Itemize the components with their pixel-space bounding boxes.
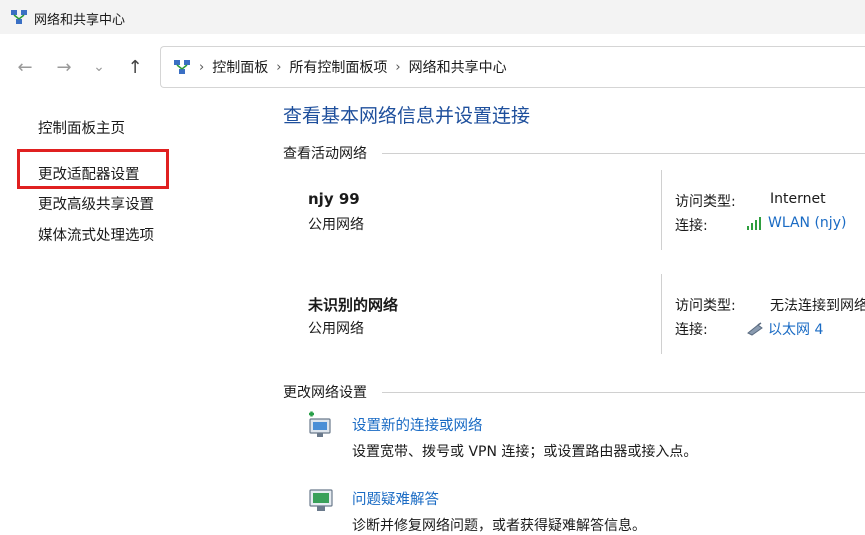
- chevron-right-icon: ›: [199, 59, 205, 75]
- troubleshoot-icon: [309, 489, 333, 511]
- network-category: 公用网络: [308, 217, 364, 233]
- sidebar-item-change-adapter-settings[interactable]: 更改适配器设置: [38, 163, 140, 184]
- setup-new-connection-link[interactable]: 设置新的连接或网络: [352, 414, 483, 435]
- main-content: 查看基本网络信息并设置连接 查看活动网络 njy 99 公用网络 访问类型: I…: [255, 96, 865, 534]
- network-name: 未识别的网络: [308, 296, 399, 314]
- access-type-label: 访问类型:: [675, 298, 736, 314]
- connection-label: 连接:: [675, 322, 708, 338]
- change-settings-heading: 更改网络设置: [283, 385, 367, 401]
- chevron-right-icon[interactable]: ›: [395, 60, 400, 75]
- access-type-label: 访问类型:: [675, 194, 736, 210]
- troubleshoot-link[interactable]: 问题疑难解答: [352, 488, 439, 509]
- access-type-value: 无法连接到网络: [770, 298, 865, 314]
- wlan-connection-link[interactable]: WLAN (njy): [746, 215, 846, 231]
- address-bar[interactable]: › 控制面板 › 所有控制面板项 › 网络和共享中心: [160, 46, 865, 88]
- active-networks-heading: 查看活动网络: [283, 146, 367, 162]
- task-description: 诊断并修复网络问题，或者获得疑难解答信息。: [352, 518, 646, 534]
- vertical-divider: [661, 170, 662, 250]
- connection-label: 连接:: [675, 218, 708, 234]
- section-divider: [382, 153, 865, 154]
- chevron-right-icon[interactable]: ›: [276, 60, 281, 75]
- title-bar: 网络和共享中心: [0, 0, 865, 34]
- section-divider: [382, 392, 865, 393]
- page-title: 查看基本网络信息并设置连接: [283, 105, 531, 127]
- breadcrumb-network-center[interactable]: 网络和共享中心: [409, 57, 507, 77]
- network-center-icon: [174, 60, 190, 74]
- ethernet-icon: [747, 322, 763, 336]
- connection-name[interactable]: 以太网 4: [768, 319, 823, 339]
- sidebar-item-media-streaming[interactable]: 媒体流式处理选项: [38, 224, 154, 245]
- breadcrumb-control-panel[interactable]: 控制面板: [212, 57, 268, 77]
- back-button[interactable]: ←: [14, 56, 36, 78]
- up-button[interactable]: ↑: [124, 56, 146, 78]
- breadcrumb-all-items[interactable]: 所有控制面板项: [289, 57, 387, 77]
- sidebar-item-control-panel-home[interactable]: 控制面板主页: [38, 117, 125, 138]
- wifi-signal-icon: [747, 217, 761, 230]
- network-center-icon: [11, 10, 27, 24]
- window-title: 网络和共享中心: [34, 13, 126, 28]
- navigation-bar: ← → ⌄ ↑ › 控制面板 › 所有控制面板项 › 网络和共享中心: [0, 34, 865, 96]
- network-category: 公用网络: [308, 321, 364, 337]
- task-description: 设置宽带、拨号或 VPN 连接；或设置路由器或接入点。: [352, 444, 698, 460]
- connection-name[interactable]: WLAN (njy): [768, 215, 846, 231]
- sidebar-item-advanced-sharing[interactable]: 更改高级共享设置: [38, 193, 154, 214]
- new-connection-icon: [309, 411, 331, 437]
- ethernet-connection-link[interactable]: 以太网 4: [746, 319, 823, 339]
- recent-locations-button[interactable]: ⌄: [88, 56, 110, 78]
- access-type-value: Internet: [770, 191, 826, 207]
- forward-button[interactable]: →: [53, 56, 75, 78]
- vertical-divider: [661, 274, 662, 354]
- network-name: njy 99: [308, 190, 360, 208]
- sidebar: 控制面板主页 更改适配器设置 更改高级共享设置 媒体流式处理选项: [0, 96, 255, 523]
